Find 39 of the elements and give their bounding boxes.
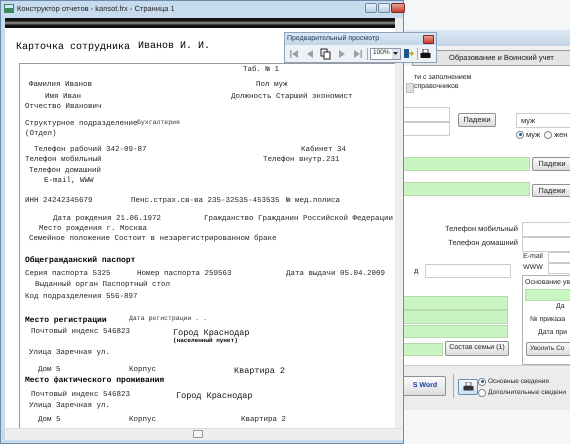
input-field[interactable] <box>404 343 443 356</box>
input-field[interactable] <box>404 157 530 171</box>
minimize-button[interactable] <box>365 3 377 13</box>
close-button[interactable] <box>391 3 405 13</box>
report-text: Общегражданский паспорт <box>25 257 136 265</box>
radio-button[interactable] <box>516 130 524 139</box>
report-text: Место фактического проживания <box>25 377 164 385</box>
input-field[interactable] <box>404 122 450 136</box>
close-button[interactable] <box>423 34 434 44</box>
input-field[interactable] <box>404 325 508 338</box>
report-text: Иванов И. И. <box>138 42 210 52</box>
input-field[interactable] <box>548 263 570 274</box>
input-field[interactable] <box>404 182 530 196</box>
radio-button[interactable] <box>544 130 552 139</box>
input-field[interactable] <box>548 252 570 263</box>
exit-icon[interactable] <box>402 48 415 60</box>
input-field[interactable] <box>425 264 511 278</box>
report-text: Город Краснодар <box>173 329 250 338</box>
input-field[interactable] <box>525 289 570 301</box>
input-field[interactable] <box>522 222 570 237</box>
input-field[interactable] <box>404 310 508 324</box>
vertical-scrollbar[interactable] <box>395 18 403 428</box>
input-field[interactable] <box>404 296 508 310</box>
dropdown-arrow-icon <box>393 52 398 55</box>
input-field[interactable] <box>404 107 450 122</box>
maximize-button[interactable] <box>378 3 390 13</box>
report-text: Квартира 2 <box>234 367 286 376</box>
copy-icon[interactable] <box>319 46 333 60</box>
printer-icon[interactable] <box>420 48 432 60</box>
scroll-thumb[interactable] <box>406 83 414 93</box>
horizontal-scrollbar[interactable] <box>5 428 403 440</box>
scroll-thumb[interactable] <box>193 430 203 438</box>
app-icon <box>4 4 14 14</box>
report-text: Город Краснодар <box>176 392 253 400</box>
input-field[interactable] <box>522 237 570 252</box>
print-button[interactable] <box>458 379 478 395</box>
printer-icon <box>462 382 474 392</box>
report-text: Место регистрации <box>25 317 107 325</box>
report-text: Карточка сотрудника <box>16 43 130 53</box>
